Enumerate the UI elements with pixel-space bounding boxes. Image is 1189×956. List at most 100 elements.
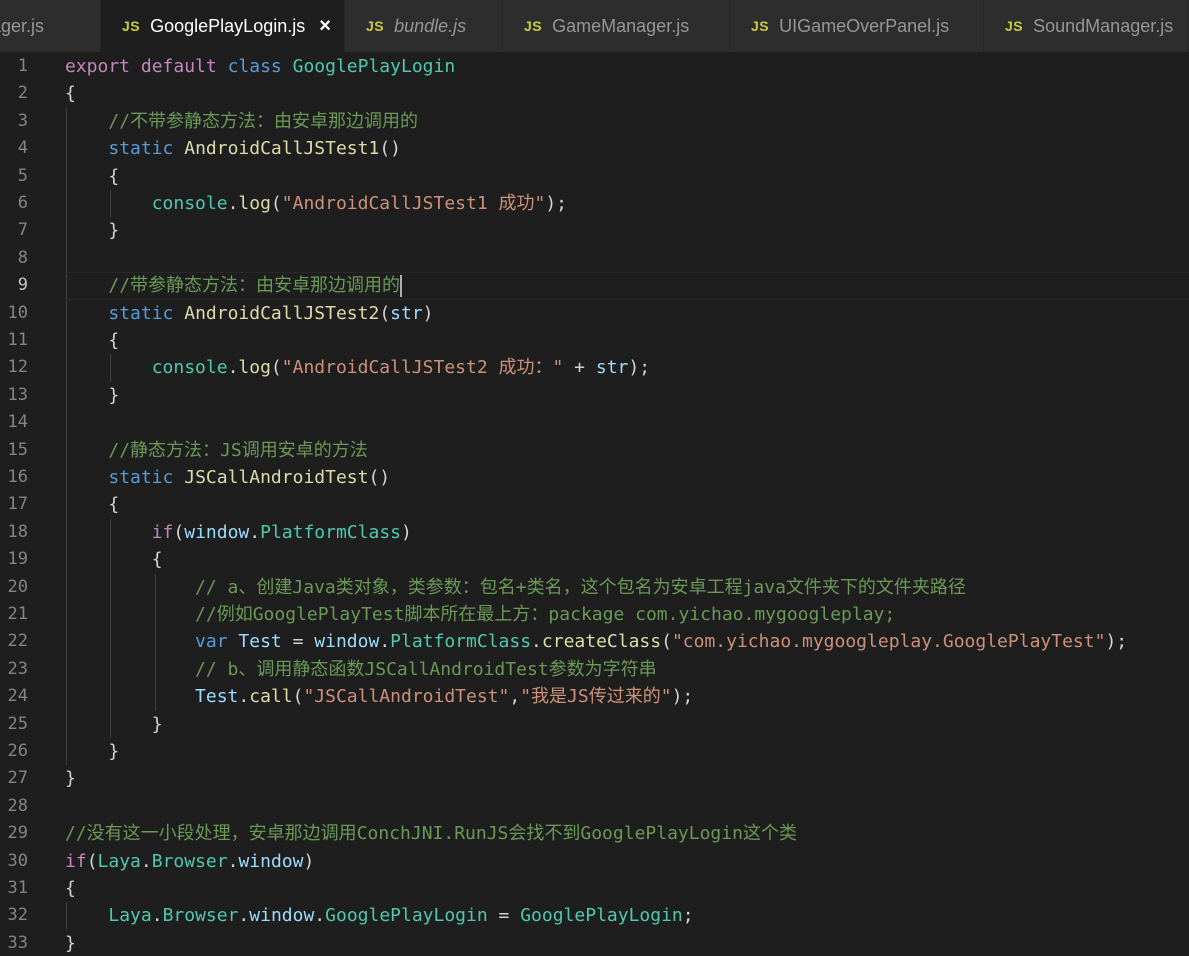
code-token: Laya: [97, 850, 141, 872]
code-token: static: [108, 467, 174, 488]
code-token: export: [65, 56, 131, 77]
close-icon[interactable]: ×: [319, 15, 331, 38]
code-line: }: [65, 765, 76, 792]
code-line: var Test = window.PlatformClass.createCl…: [65, 628, 1127, 655]
tab-uigameoverpanel[interactable]: JS UIGameOverPanel.js: [730, 0, 984, 52]
code-token: Test: [238, 631, 282, 653]
code-editor[interactable]: 1 2 3 4 5 6 7 8 9 10 11 12 13 14 15 16 17 18 19 20 21 22 23 24 2…: [0, 52, 1189, 956]
code-line: }: [65, 711, 163, 738]
code-line: Laya.Browser.window.GooglePlayLogin = Go…: [65, 902, 694, 929]
line-number: 18: [7, 521, 28, 542]
line-number: 32: [7, 905, 28, 926]
code-token: .: [227, 850, 239, 872]
editor-tab-bar: nager.js JS GooglePlayLogin.js × JS bund…: [0, 0, 1189, 52]
code-token: str: [390, 302, 423, 324]
tab-gamemanager[interactable]: JS GameManager.js: [503, 0, 730, 52]
code-token: ): [303, 850, 315, 872]
code-token: (: [379, 302, 391, 324]
code-token: (): [368, 467, 391, 488]
code-token: Laya: [108, 905, 152, 927]
code-line: //例如GooglePlayTest脚本所在最上方：package com.yi…: [65, 601, 895, 628]
code-token: =: [281, 631, 315, 653]
code-line: {: [65, 80, 76, 107]
code-line: console.log("AndroidCallJSTest2 成功：" + s…: [65, 354, 650, 381]
code-line: {: [65, 163, 119, 190]
code-token: window: [249, 905, 315, 927]
code-token: window: [184, 521, 250, 543]
code-line: {: [65, 491, 119, 518]
line-number: 24: [7, 686, 28, 707]
code-token: class: [227, 56, 282, 77]
code-token: .: [227, 193, 239, 214]
tab-bundle[interactable]: JS bundle.js: [345, 0, 503, 52]
code-token: log: [238, 193, 271, 214]
code-token: {: [65, 494, 120, 516]
code-token: //不带参静态方法：由安卓那边调用的: [108, 110, 419, 132]
code-token: "我是JS传过来的": [520, 686, 672, 708]
code-line: if(Laya.Browser.window): [65, 848, 314, 875]
code-token: (): [379, 138, 401, 160]
line-number: 26: [7, 741, 28, 761]
code-token: );: [1105, 631, 1128, 653]
code-token: // a、创建Java类对象，类参数：包名+类名，这个包名为安卓工程java文件…: [195, 576, 966, 598]
line-number: 16: [7, 467, 28, 487]
line-number: 9: [17, 275, 28, 296]
code-token: .: [249, 521, 261, 543]
line-number: 5: [17, 165, 28, 186]
code-token: str: [595, 357, 629, 379]
code-token: (: [86, 850, 98, 872]
code-token: ;: [682, 905, 694, 927]
js-file-icon: JS: [1005, 18, 1024, 34]
code-line: }: [65, 930, 76, 956]
tab-soundmanager[interactable]: JS SoundManager.js: [984, 0, 1189, 52]
line-number: 28: [7, 795, 28, 816]
code-token: //静态方法：JS调用安卓的方法: [108, 439, 368, 461]
js-file-icon: JS: [366, 18, 385, 34]
code-line: //没有这一小段处理，安卓那边调用ConchJNI.RunJS会找不到Googl…: [65, 820, 797, 847]
code-line: static AndroidCallJSTest2(str): [65, 300, 433, 327]
code-token: (: [270, 193, 282, 214]
code-token: GooglePlayLogin: [292, 56, 456, 77]
code-token: call: [249, 686, 293, 708]
code-token: createClass: [541, 631, 662, 653]
code-line: //带参静态方法：由安卓那边调用的: [65, 272, 400, 299]
line-number: 20: [7, 576, 28, 597]
code-line: {: [65, 875, 76, 902]
tab-label: bundle.js: [394, 15, 467, 36]
line-number: 1: [17, 56, 28, 76]
code-token: .: [314, 905, 326, 927]
tab-item-manager[interactable]: nager.js: [0, 0, 101, 52]
line-number: 11: [7, 330, 28, 350]
code-token: .: [227, 357, 239, 379]
code-line: static AndroidCallJSTest1(): [65, 135, 401, 162]
line-number: 22: [7, 631, 28, 652]
line-number: 29: [7, 823, 28, 844]
code-line: {: [65, 546, 163, 573]
code-line: export default class GooglePlayLogin: [65, 53, 455, 80]
code-token: static: [108, 138, 174, 160]
code-line: }: [65, 217, 119, 244]
code-line: {: [65, 327, 119, 354]
code-token: console: [151, 193, 228, 214]
code-token: "AndroidCallJSTest1 成功": [281, 193, 546, 214]
line-number: 30: [7, 850, 28, 871]
line-number: 4: [17, 138, 28, 159]
code-token: default: [140, 56, 217, 77]
code-token: {: [65, 165, 120, 187]
code-token: +: [563, 357, 596, 379]
code-token: "AndroidCallJSTest2 成功：": [281, 357, 564, 379]
line-number: 8: [17, 247, 28, 268]
tab-googleplaylogin[interactable]: JS GooglePlayLogin.js ×: [101, 0, 345, 52]
